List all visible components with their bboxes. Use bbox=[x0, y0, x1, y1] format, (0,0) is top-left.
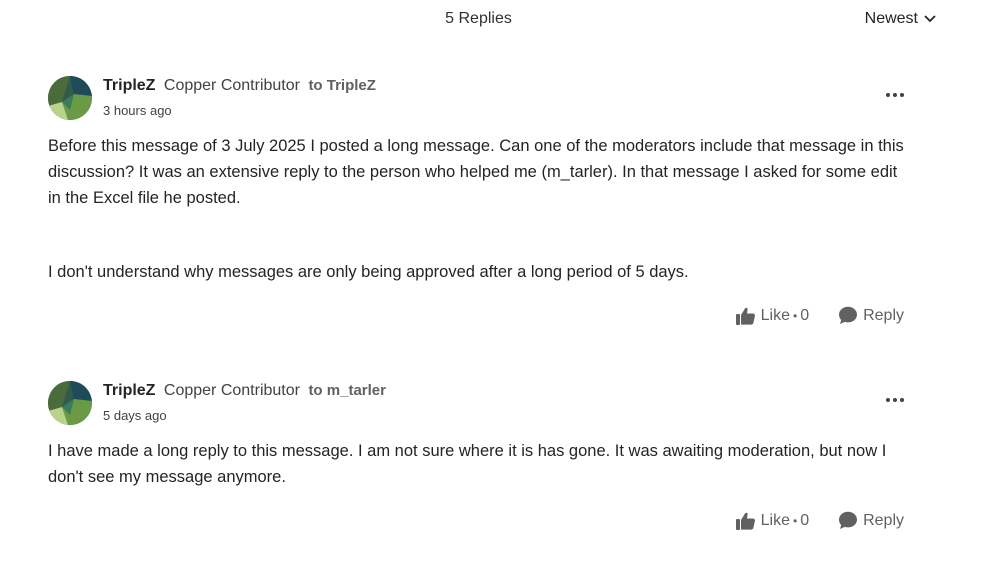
conversation-page: 5 Replies Newest TripleZ Copper Contribu… bbox=[0, 0, 998, 569]
more-options-button[interactable] bbox=[884, 88, 906, 102]
replies-count: 5 Replies bbox=[445, 10, 512, 27]
like-count: 0 bbox=[800, 306, 810, 324]
message-actions: Like • 0 Reply bbox=[735, 306, 904, 325]
message-header: TripleZ Copper Contributor to m_tarler 5… bbox=[48, 379, 910, 429]
like-button[interactable]: Like • 0 bbox=[735, 306, 810, 325]
reply-to-link[interactable]: to m_tarler bbox=[308, 382, 386, 399]
reply-message: TripleZ Copper Contributor to TripleZ 3 … bbox=[48, 74, 910, 325]
thumbs-up-icon bbox=[735, 512, 761, 530]
author-rank: Copper Contributor bbox=[163, 382, 300, 399]
timestamp: 3 hours ago bbox=[103, 103, 172, 118]
reply-button[interactable]: Reply bbox=[838, 511, 904, 530]
reply-to-link[interactable]: to TripleZ bbox=[308, 77, 376, 94]
message-header: TripleZ Copper Contributor to TripleZ 3 … bbox=[48, 74, 910, 124]
message-paragraph: I don't understand why messages are only… bbox=[48, 263, 689, 281]
chat-bubble-icon bbox=[838, 306, 863, 325]
chat-bubble-icon bbox=[838, 511, 863, 530]
chevron-down-icon bbox=[924, 15, 936, 23]
message-actions: Like • 0 Reply bbox=[735, 511, 904, 530]
more-options-button[interactable] bbox=[884, 393, 906, 407]
author-rank: Copper Contributor bbox=[163, 77, 300, 94]
author-name[interactable]: TripleZ bbox=[103, 77, 155, 94]
sort-dropdown[interactable]: Newest bbox=[865, 10, 936, 28]
more-horizontal-icon bbox=[884, 394, 906, 411]
message-paragraph: I have made a long reply to this message… bbox=[48, 442, 887, 486]
message-paragraph: Before this message of 3 July 2025 I pos… bbox=[48, 137, 904, 207]
more-horizontal-icon bbox=[884, 89, 906, 106]
reply-message: TripleZ Copper Contributor to m_tarler 5… bbox=[48, 379, 910, 530]
like-label: Like bbox=[760, 306, 790, 324]
reply-label: Reply bbox=[863, 306, 904, 324]
author-line: TripleZ Copper Contributor to m_tarler bbox=[103, 382, 386, 400]
like-button[interactable]: Like • 0 bbox=[735, 511, 810, 530]
reply-label: Reply bbox=[863, 511, 904, 529]
reply-button[interactable]: Reply bbox=[838, 306, 904, 325]
like-count: 0 bbox=[800, 511, 810, 529]
sort-label: Newest bbox=[864, 10, 918, 27]
like-label: Like bbox=[760, 511, 790, 529]
thumbs-up-icon bbox=[735, 307, 761, 325]
author-name[interactable]: TripleZ bbox=[103, 382, 155, 399]
avatar[interactable] bbox=[48, 76, 92, 120]
author-line: TripleZ Copper Contributor to TripleZ bbox=[103, 77, 376, 95]
separator-dot: • bbox=[792, 308, 798, 323]
message-body: I have made a long reply to this message… bbox=[48, 438, 910, 490]
message-body: Before this message of 3 July 2025 I pos… bbox=[48, 133, 910, 285]
separator-dot: • bbox=[792, 513, 798, 528]
avatar[interactable] bbox=[48, 381, 92, 425]
timestamp: 5 days ago bbox=[103, 408, 167, 423]
